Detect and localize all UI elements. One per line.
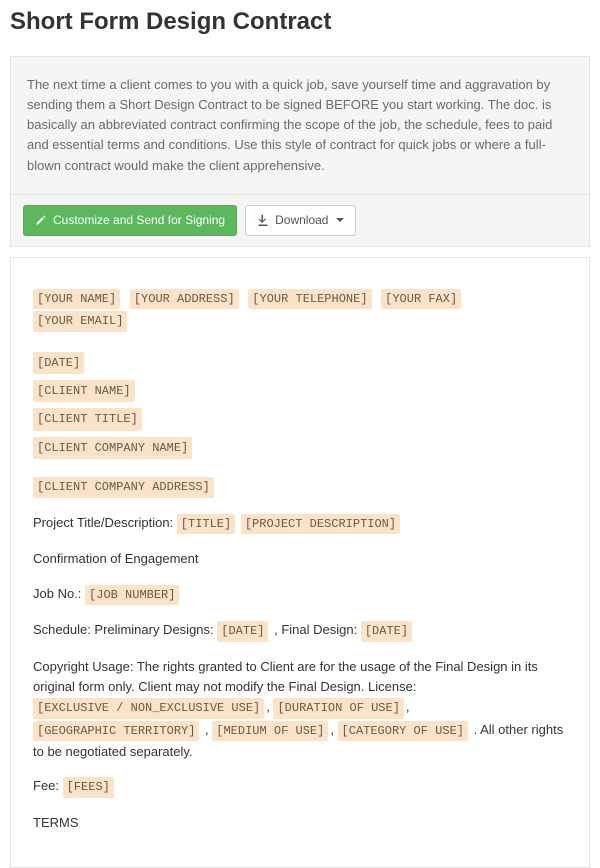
project-label: Project Title/Description: (33, 515, 173, 530)
placeholder-your-name[interactable]: [YOUR NAME] (33, 289, 120, 310)
fee-line: Fee: [FEES] (33, 776, 567, 799)
placeholder-geographic-territory[interactable]: [GEOGRAPHIC TERRITORY] (33, 721, 199, 742)
placeholder-title[interactable]: [TITLE] (177, 514, 235, 535)
jobno-line: Job No.: [JOB NUMBER] (33, 584, 567, 607)
placeholder-fees[interactable]: [FEES] (63, 777, 114, 798)
placeholder-your-address[interactable]: [YOUR ADDRESS] (130, 289, 239, 310)
placeholder-your-fax[interactable]: [YOUR FAX] (381, 289, 461, 310)
fee-label: Fee: (33, 778, 59, 793)
customize-send-button[interactable]: Customize and Send for Signing (23, 205, 237, 236)
copyright-pre: Copyright Usage: The rights granted to C… (33, 659, 538, 694)
customize-send-label: Customize and Send for Signing (53, 212, 225, 229)
placeholder-job-number[interactable]: [JOB NUMBER] (85, 585, 179, 606)
placeholder-category-of-use[interactable]: [CATEGORY OF USE] (338, 721, 468, 742)
schedule-line: Schedule: Preliminary Designs: [DATE] , … (33, 620, 567, 643)
schedule-label: Schedule: Preliminary Designs: (33, 622, 214, 637)
pencil-icon (35, 214, 47, 226)
placeholder-project-description[interactable]: [PROJECT DESCRIPTION] (241, 514, 400, 535)
placeholder-schedule-date1[interactable]: [DATE] (217, 621, 268, 642)
download-icon (257, 214, 269, 226)
download-label: Download (275, 212, 328, 229)
jobno-label: Job No.: (33, 586, 81, 601)
placeholder-client-company-address[interactable]: [CLIENT COMPANY ADDRESS] (33, 477, 214, 498)
terms-heading: TERMS (33, 813, 567, 833)
placeholder-client-name[interactable]: [CLIENT NAME] (33, 380, 135, 402)
copyright-line: Copyright Usage: The rights granted to C… (33, 657, 567, 763)
client-block: [DATE] [CLIENT NAME] [CLIENT TITLE] [CLI… (33, 351, 567, 461)
download-button[interactable]: Download (245, 205, 356, 236)
placeholder-your-telephone[interactable]: [YOUR TELEPHONE] (248, 289, 371, 310)
placeholder-client-company-name[interactable]: [CLIENT COMPANY NAME] (33, 437, 192, 459)
placeholder-your-email[interactable]: [YOUR EMAIL] (33, 311, 127, 332)
page-title: Short Form Design Contract (0, 0, 600, 46)
document-body: [YOUR NAME] [YOUR ADDRESS] [YOUR TELEPHO… (10, 257, 590, 868)
project-line: Project Title/Description: [TITLE] [PROJ… (33, 513, 567, 536)
placeholder-duration-of-use[interactable]: [DURATION OF USE] (273, 698, 403, 719)
intro-text: The next time a client comes to you with… (27, 77, 552, 173)
chevron-down-icon (336, 218, 344, 222)
placeholder-medium-of-use[interactable]: [MEDIUM OF USE] (212, 721, 328, 742)
your-info-row: [YOUR NAME] [YOUR ADDRESS] [YOUR TELEPHO… (33, 288, 567, 333)
placeholder-schedule-date2[interactable]: [DATE] (361, 621, 412, 642)
placeholder-date[interactable]: [DATE] (33, 352, 84, 374)
placeholder-client-title[interactable]: [CLIENT TITLE] (33, 408, 142, 430)
final-label: , Final Design: (274, 622, 357, 637)
placeholder-exclusive-use[interactable]: [EXCLUSIVE / NON_EXCLUSIVE USE] (33, 698, 264, 719)
confirmation-line: Confirmation of Engagement (33, 549, 567, 569)
toolbar: Customize and Send for Signing Download (10, 195, 590, 247)
intro-box: The next time a client comes to you with… (10, 56, 590, 195)
